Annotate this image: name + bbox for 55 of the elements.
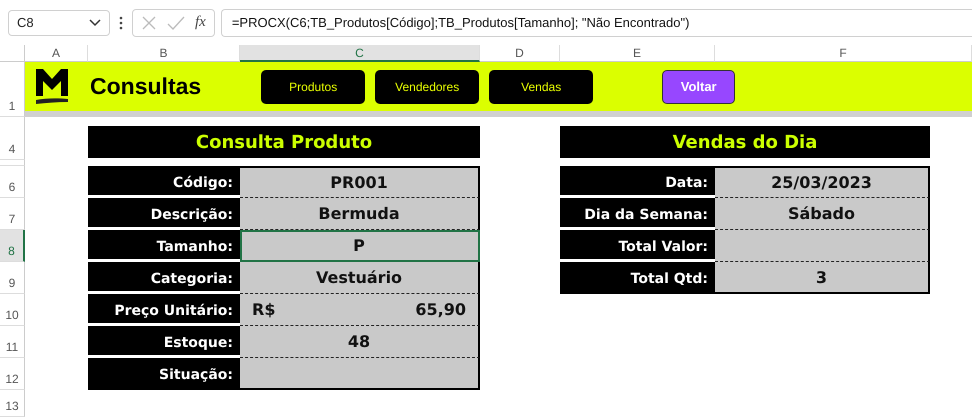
field-label: Preço Unitário:: [88, 294, 240, 326]
value-cell[interactable]: 3: [715, 262, 930, 294]
value-cell[interactable]: PR001: [240, 166, 480, 198]
value-cell[interactable]: P: [240, 230, 480, 262]
section-title: Consulta Produto: [88, 126, 480, 158]
row-header[interactable]: 8: [0, 230, 25, 262]
field-label: Dia da Semana:: [560, 198, 715, 230]
column-header[interactable]: D: [480, 45, 560, 62]
back-button[interactable]: Voltar: [662, 70, 736, 104]
nav-button[interactable]: Vendas: [489, 70, 594, 104]
field-label: Estoque:: [88, 326, 240, 358]
row-header[interactable]: 10: [0, 294, 25, 326]
close-icon[interactable]: [141, 14, 157, 30]
row-header[interactable]: 1: [0, 62, 25, 117]
row-header[interactable]: 12: [0, 358, 25, 390]
value-cell[interactable]: 25/03/2023: [715, 166, 930, 198]
value-cell[interactable]: Vestuário: [240, 262, 480, 294]
field-label: Data:: [560, 166, 715, 198]
field-label: Código:: [88, 166, 240, 198]
row-header[interactable]: 13: [0, 390, 25, 417]
column-header[interactable]: B: [88, 45, 240, 62]
row-header[interactable]: 6: [0, 166, 25, 198]
value-cell[interactable]: Bermuda: [240, 198, 480, 230]
value-cell[interactable]: R$ 65,90: [240, 294, 480, 326]
column-header[interactable]: C: [240, 45, 480, 62]
value-cell[interactable]: [715, 230, 930, 262]
field-label: Total Valor:: [560, 230, 715, 262]
name-box[interactable]: C8: [8, 10, 110, 36]
formula-field[interactable]: =PROCX(C6;TB_Produtos[Código];TB_Produtos[Tamanho]; "Não Encontrado"): [220, 8, 972, 36]
row-header[interactable]: 7: [0, 198, 25, 230]
column-header[interactable]: E: [560, 45, 715, 62]
value-cell[interactable]: 48: [240, 326, 480, 358]
row-header[interactable]: 9: [0, 262, 25, 294]
section-title: Vendas do Dia: [560, 126, 930, 158]
field-label: Tamanho:: [88, 230, 240, 262]
nav-button[interactable]: Produtos: [261, 70, 366, 104]
row-header[interactable]: 11: [0, 326, 25, 358]
field-label: Total Qtd:: [560, 262, 715, 294]
column-header[interactable]: F: [715, 45, 972, 62]
field-label: Descrição:: [88, 198, 240, 230]
value-cell[interactable]: [240, 358, 480, 390]
nav-button[interactable]: Vendedores: [375, 70, 480, 104]
field-label: Situação:: [88, 358, 240, 390]
currency-symbol: R$: [252, 300, 276, 319]
check-icon[interactable]: [167, 16, 185, 30]
value-cell[interactable]: Sábado: [715, 198, 930, 230]
field-label: Categoria:: [88, 262, 240, 294]
chevron-down-icon: [89, 18, 101, 26]
more-icon[interactable]: [119, 16, 123, 30]
app-title: Consultas: [90, 73, 202, 100]
insert-function-button[interactable]: fx: [195, 14, 206, 31]
price-value: 65,90: [415, 300, 466, 319]
logo-icon: [35, 68, 69, 106]
column-header[interactable]: A: [25, 45, 88, 62]
row-header[interactable]: 4: [0, 117, 25, 160]
